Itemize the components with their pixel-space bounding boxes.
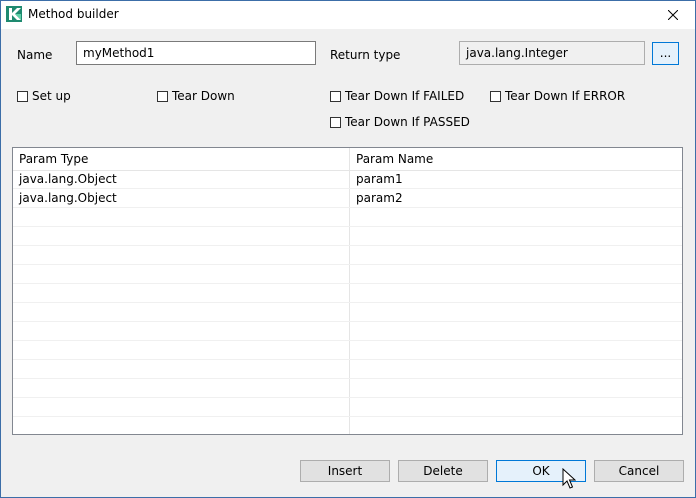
close-button[interactable] — [651, 1, 695, 29]
close-icon — [668, 10, 678, 20]
insert-button[interactable]: Insert — [300, 460, 390, 482]
params-table[interactable]: Param Type Param Name java.lang.Object p… — [12, 147, 683, 435]
table-header: Param Type Param Name — [13, 148, 682, 171]
checkbox-label: Tear Down If FAILED — [345, 89, 465, 103]
name-input[interactable]: myMethod1 — [76, 41, 316, 65]
column-header-param-name[interactable]: Param Name — [350, 148, 680, 170]
teardown-error-checkbox[interactable]: Tear Down If ERROR — [490, 89, 625, 103]
title-bar: Method builder — [1, 1, 695, 29]
window-title: Method builder — [28, 7, 119, 21]
checkbox-box — [330, 116, 341, 128]
checkbox-label: Tear Down — [172, 89, 235, 103]
empty-row — [13, 208, 682, 227]
teardown-checkbox[interactable]: Tear Down — [157, 89, 235, 103]
teardown-passed-checkbox[interactable]: Tear Down If PASSED — [330, 115, 470, 129]
setup-checkbox[interactable]: Set up — [17, 89, 71, 103]
name-label: Name — [17, 48, 53, 62]
checkbox-label: Set up — [32, 89, 71, 103]
return-type-label: Return type — [330, 48, 401, 62]
checkbox-label: Tear Down If PASSED — [345, 115, 470, 129]
empty-row — [13, 417, 682, 434]
empty-row — [13, 360, 682, 379]
empty-row — [13, 398, 682, 417]
browse-return-type-button[interactable]: ... — [652, 42, 679, 65]
param-type-cell[interactable]: java.lang.Object — [13, 170, 349, 188]
empty-row — [13, 265, 682, 284]
table-row[interactable]: java.lang.Object param2 — [13, 189, 682, 208]
mouse-pointer-icon — [562, 468, 576, 489]
checkbox-box — [17, 90, 28, 102]
empty-row — [13, 379, 682, 398]
param-name-cell[interactable]: param1 — [350, 170, 680, 188]
param-type-cell[interactable]: java.lang.Object — [13, 189, 349, 207]
katalon-logo-icon — [6, 6, 22, 22]
empty-row — [13, 246, 682, 265]
dialog-content: Name myMethod1 Return type java.lang.Int… — [1, 29, 695, 497]
checkbox-label: Tear Down If ERROR — [505, 89, 626, 103]
empty-row — [13, 322, 682, 341]
empty-row — [13, 284, 682, 303]
method-builder-dialog: Method builder Name myMethod1 Return typ… — [0, 0, 696, 498]
table-row[interactable]: java.lang.Object param1 — [13, 170, 682, 189]
empty-row — [13, 341, 682, 360]
empty-row — [13, 303, 682, 322]
teardown-failed-checkbox[interactable]: Tear Down If FAILED — [330, 89, 464, 103]
checkbox-box — [157, 90, 168, 102]
param-name-cell[interactable]: param2 — [350, 189, 680, 207]
column-header-param-type[interactable]: Param Type — [13, 148, 349, 170]
empty-row — [13, 227, 682, 246]
checkbox-box — [490, 90, 501, 102]
return-type-field[interactable]: java.lang.Integer — [459, 41, 645, 65]
cancel-button[interactable]: Cancel — [594, 460, 684, 482]
checkbox-box — [330, 90, 341, 102]
delete-button[interactable]: Delete — [398, 460, 488, 482]
